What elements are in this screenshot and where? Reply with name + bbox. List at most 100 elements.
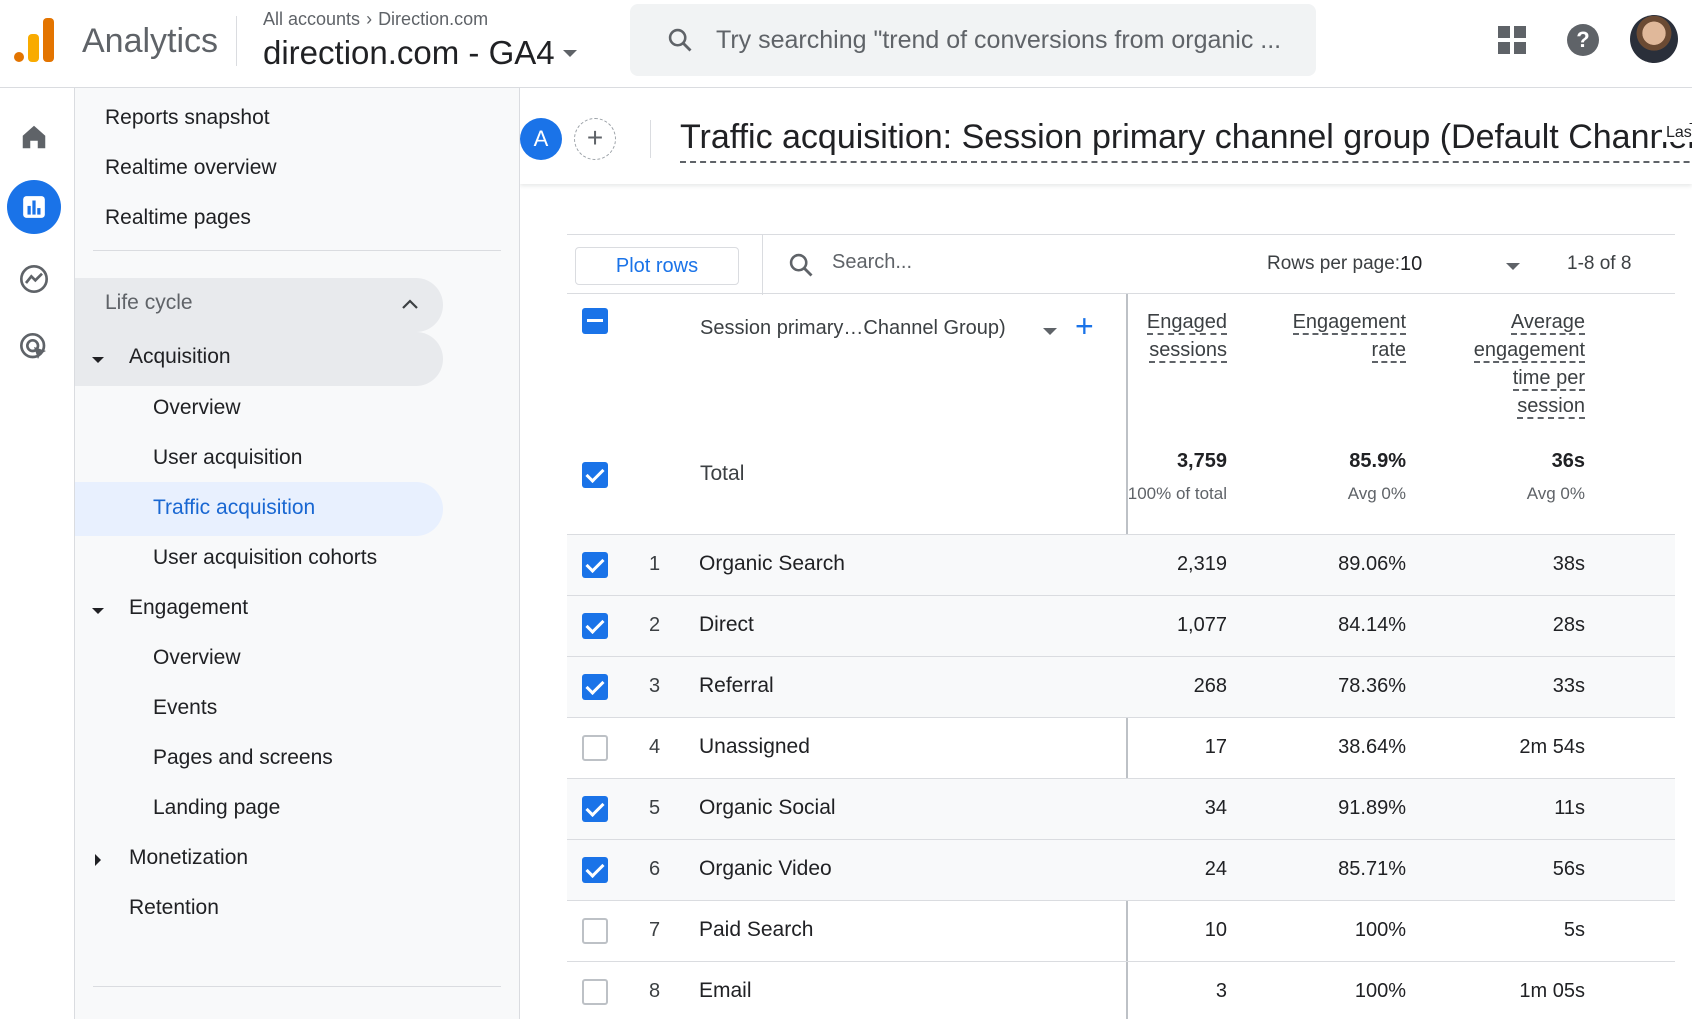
engaged-sessions-cell: 3: [1215, 980, 1227, 1002]
select-all-checkbox[interactable]: [582, 308, 608, 334]
search-icon: [668, 28, 692, 52]
analytics-logo-icon[interactable]: [12, 16, 56, 62]
rows-per-page-label: Rows per page:: [1267, 253, 1401, 274]
row-checkbox[interactable]: [582, 735, 608, 761]
total-checkbox[interactable]: [582, 462, 608, 488]
header-avg-engagement-time[interactable]: Average engagement time per session: [1427, 308, 1585, 420]
caret-down-icon: [562, 49, 577, 57]
total-avg-time: 36s: [1551, 450, 1585, 472]
total-engagement-rate: 85.9%: [1349, 450, 1406, 472]
breadcrumb-all-accounts[interactable]: All accounts: [263, 9, 360, 30]
channel-name[interactable]: Paid Search: [699, 918, 813, 942]
table-row[interactable]: 4 Unassigned 17 38.64% 2m 54s: [567, 717, 1675, 778]
table-row[interactable]: 3 Referral 268 78.36% 33s: [567, 656, 1675, 717]
table-row[interactable]: 2 Direct 1,077 84.14% 28s: [567, 595, 1675, 656]
row-checkbox[interactable]: [582, 674, 608, 700]
table-row[interactable]: 5 Organic Social 34 91.89% 11s: [567, 778, 1675, 839]
chevron-up-icon[interactable]: [401, 298, 419, 310]
channel-name[interactable]: Referral: [699, 674, 774, 698]
channel-name[interactable]: Email: [699, 979, 752, 1003]
explore-icon[interactable]: [7, 252, 61, 306]
engagement-rate-cell: 85.71%: [1338, 858, 1406, 880]
property-name: direction.com - GA4: [263, 34, 555, 71]
header-engaged-sessions[interactable]: Engaged sessions: [1137, 308, 1227, 364]
engagement-rate-cell: 100%: [1354, 980, 1406, 1002]
date-range-chip[interactable]: Las: [1662, 124, 1692, 142]
nav-reports-snapshot[interactable]: Reports snapshot: [105, 106, 270, 130]
caret-down-icon[interactable]: [1506, 263, 1520, 270]
chevron-right-icon: ›: [366, 9, 373, 29]
nav-events[interactable]: Events: [153, 696, 217, 720]
reports-icon[interactable]: [7, 180, 61, 234]
nav-monetization[interactable]: Monetization: [129, 846, 248, 870]
row-index: 2: [649, 614, 661, 636]
channel-name[interactable]: Organic Search: [699, 552, 845, 576]
channel-name[interactable]: Direct: [699, 613, 754, 637]
engagement-rate-cell: 100%: [1354, 919, 1406, 941]
dimension-header[interactable]: Session primary…Channel Group): [700, 317, 1006, 340]
row-checkbox[interactable]: [582, 552, 608, 578]
engaged-sessions-cell: 17: [1204, 736, 1227, 758]
engaged-sessions-cell: 2,319: [1176, 553, 1227, 575]
channel-name[interactable]: Organic Social: [699, 796, 836, 820]
table-row[interactable]: 1 Organic Search 2,319 89.06% 38s: [567, 534, 1675, 595]
breadcrumb[interactable]: All accounts › Direction.com: [263, 9, 488, 30]
nav-user-acquisition[interactable]: User acquisition: [153, 446, 302, 470]
app-name[interactable]: Analytics: [82, 22, 218, 61]
add-dimension-icon[interactable]: +: [1075, 308, 1094, 345]
header-engagement-rate[interactable]: Engagement rate: [1267, 308, 1406, 364]
add-comparison-icon[interactable]: +: [574, 118, 616, 160]
top-bar: Analytics All accounts › Direction.com d…: [0, 0, 1692, 88]
global-search[interactable]: [630, 4, 1316, 76]
nav-realtime-overview[interactable]: Realtime overview: [105, 156, 277, 180]
home-icon[interactable]: [7, 110, 61, 164]
nav-acq-overview[interactable]: Overview: [153, 396, 241, 420]
comparison-badge[interactable]: A: [520, 118, 562, 160]
nav-rail: [0, 88, 75, 1019]
table-row[interactable]: 7 Paid Search 10 100% 5s: [567, 900, 1675, 961]
row-checkbox[interactable]: [582, 918, 608, 944]
nav-traffic-acquisition[interactable]: Traffic acquisition: [153, 496, 315, 520]
breadcrumb-account[interactable]: Direction.com: [378, 9, 488, 30]
rows-per-page-select[interactable]: 10: [1400, 253, 1422, 276]
avatar[interactable]: [1630, 15, 1678, 63]
nav-user-acquisition-cohorts[interactable]: User acquisition cohorts: [153, 546, 377, 570]
avg-time-cell: 28s: [1552, 614, 1585, 636]
nav-engagement[interactable]: Engagement: [129, 596, 248, 620]
row-checkbox[interactable]: [582, 613, 608, 639]
nav-eng-overview[interactable]: Overview: [153, 646, 241, 670]
property-selector[interactable]: direction.com - GA4: [263, 34, 577, 72]
row-checkbox[interactable]: [582, 796, 608, 822]
nav-pages-and-screens[interactable]: Pages and screens: [153, 746, 333, 770]
avg-time-cell: 1m 05s: [1519, 980, 1585, 1002]
channel-name[interactable]: Organic Video: [699, 857, 832, 881]
channel-name[interactable]: Unassigned: [699, 735, 810, 759]
search-input[interactable]: [716, 25, 1306, 55]
table-header: Session primary…Channel Group) + Engaged…: [567, 294, 1675, 534]
table-search-input[interactable]: [832, 251, 1132, 274]
nav-landing-page[interactable]: Landing page: [153, 796, 280, 820]
advertising-icon[interactable]: [7, 320, 61, 374]
expand-arrow-icon: [92, 357, 104, 363]
table-row[interactable]: 6 Organic Video 24 85.71% 56s: [567, 839, 1675, 900]
report-title[interactable]: Traffic acquisition: Session primary cha…: [680, 118, 1692, 163]
total-avg-sub: Avg 0%: [1526, 484, 1585, 503]
row-checkbox[interactable]: [582, 857, 608, 883]
nav-retention[interactable]: Retention: [129, 896, 219, 920]
help-icon[interactable]: ?: [1567, 24, 1599, 56]
row-index: 5: [649, 797, 661, 819]
title-divider: [650, 120, 651, 158]
plot-rows-button[interactable]: Plot rows: [575, 247, 739, 285]
expand-arrow-icon: [92, 608, 104, 614]
row-index: 1: [649, 553, 661, 575]
caret-down-icon[interactable]: [1043, 328, 1057, 335]
nav-section-label: Life cycle: [105, 291, 193, 314]
apps-grid-icon[interactable]: [1498, 26, 1526, 54]
table-row[interactable]: 8 Email 3 100% 1m 05s: [567, 961, 1675, 1019]
engagement-rate-cell: 89.06%: [1338, 553, 1406, 575]
nav-acquisition-label: Acquisition: [129, 345, 231, 368]
engagement-rate-cell: 78.36%: [1338, 675, 1406, 697]
row-checkbox[interactable]: [582, 979, 608, 1005]
header-divider: [236, 16, 237, 66]
nav-realtime-pages[interactable]: Realtime pages: [105, 206, 251, 230]
